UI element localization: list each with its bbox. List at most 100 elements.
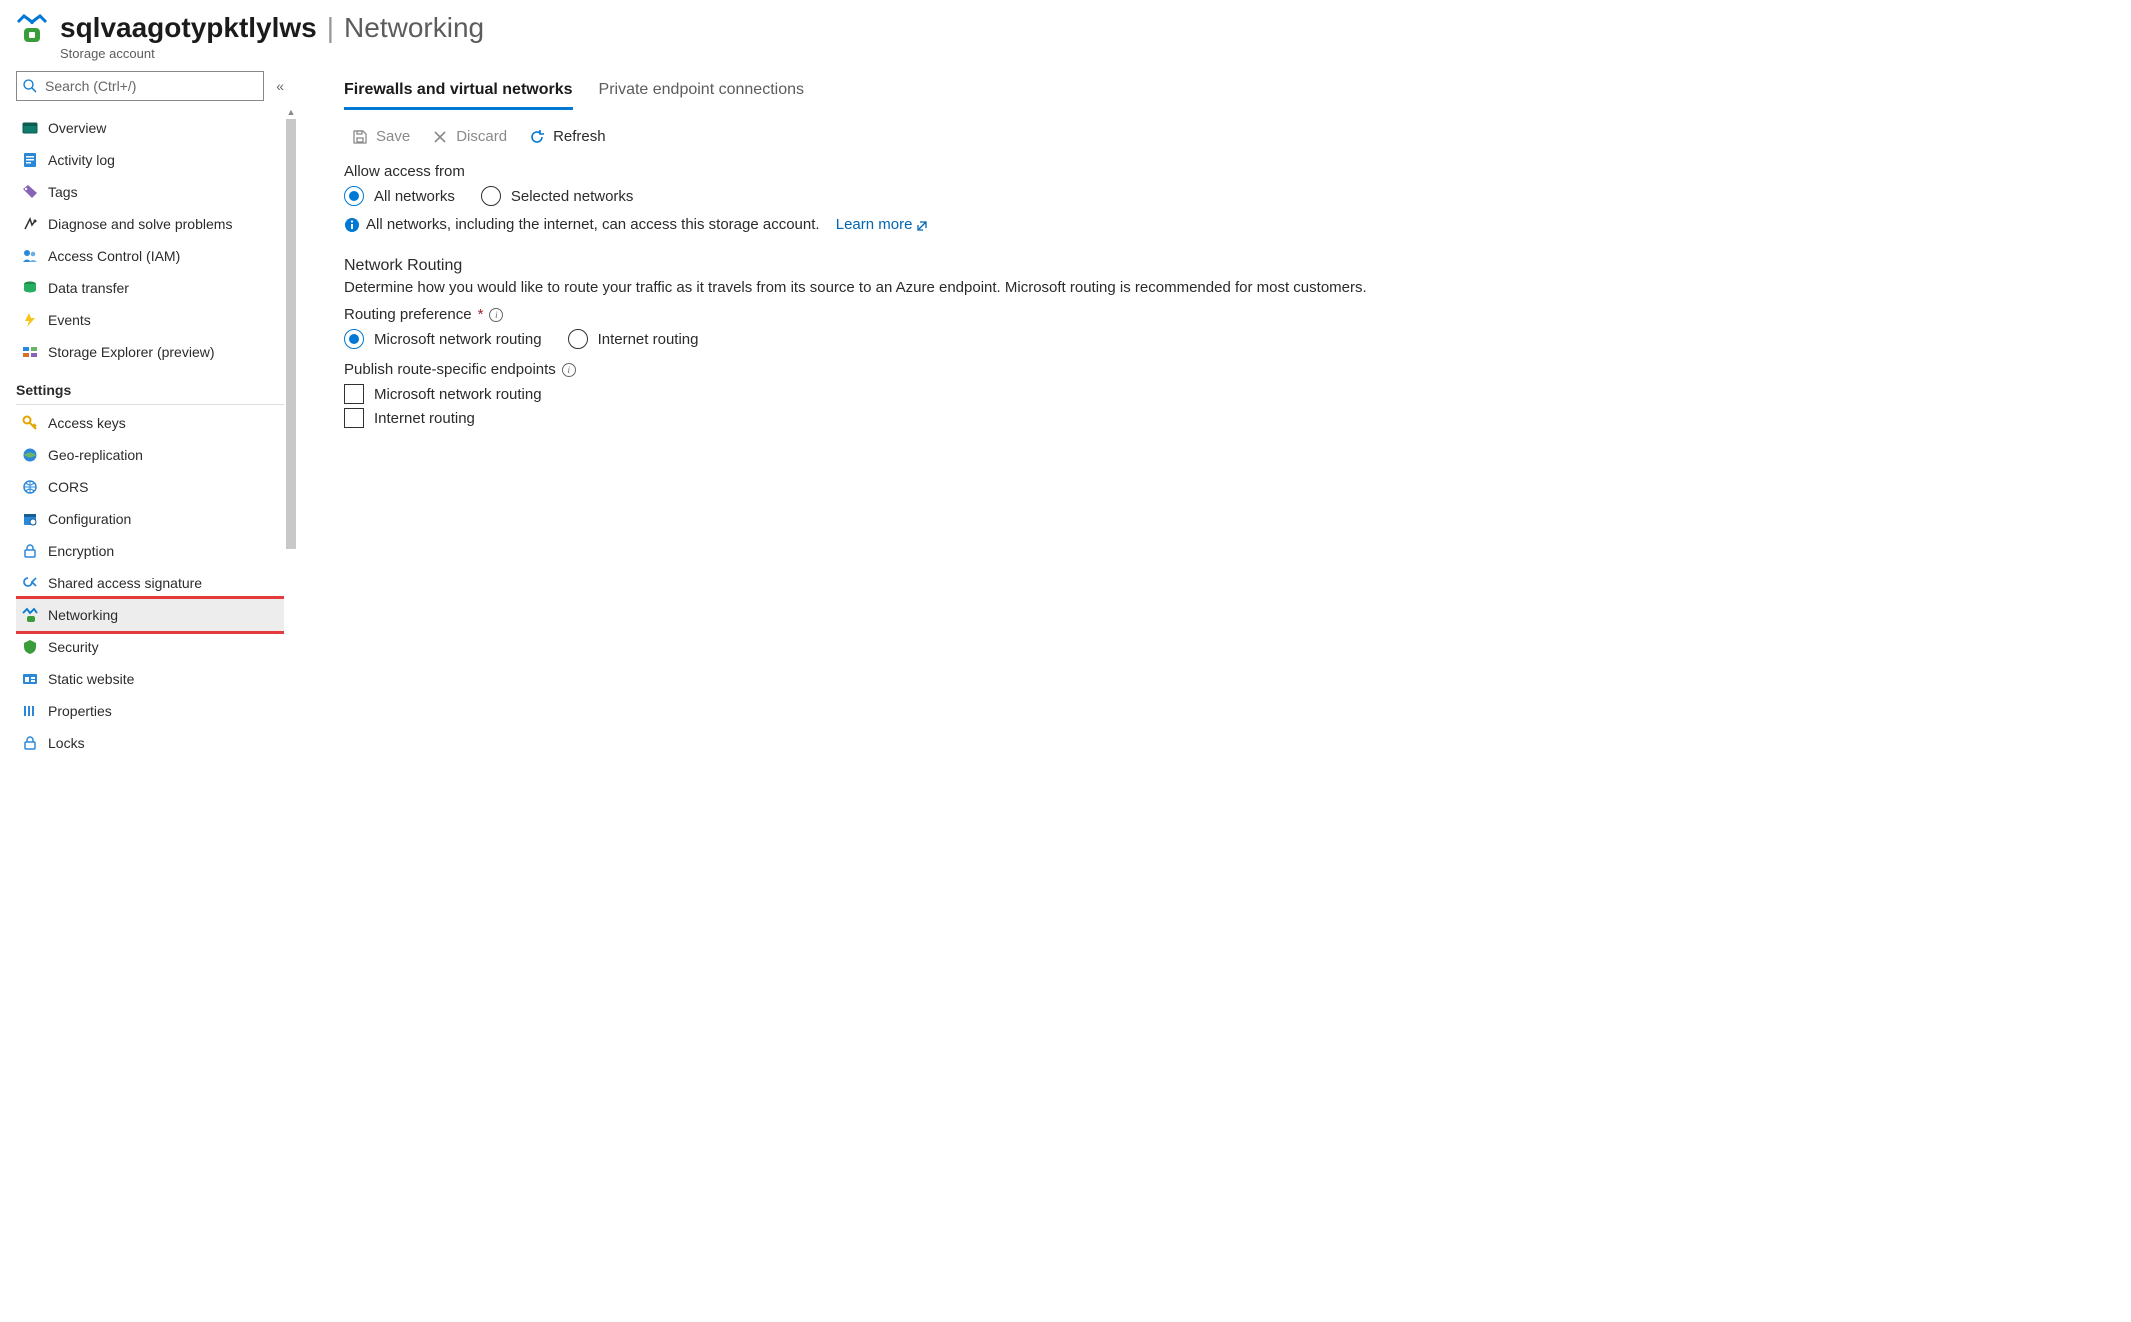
sidebar-item-configuration[interactable]: Configuration: [16, 503, 284, 535]
sidebar-item-label: Geo-replication: [48, 447, 143, 463]
sidebar-item-storage-explorer[interactable]: Storage Explorer (preview): [16, 336, 284, 368]
cors-icon: [22, 479, 38, 495]
storage-explorer-icon: [22, 344, 38, 360]
search-input[interactable]: [16, 71, 264, 101]
radio-label: Internet routing: [598, 331, 699, 348]
sidebar-item-networking[interactable]: Networking: [16, 596, 284, 634]
info-tooltip-icon[interactable]: i: [489, 308, 503, 322]
sidebar-item-diagnose[interactable]: Diagnose and solve problems: [16, 208, 284, 240]
save-icon: [352, 129, 368, 145]
network-routing-heading: Network Routing: [344, 257, 2115, 275]
sas-icon: [22, 575, 38, 591]
info-icon: [344, 217, 360, 233]
sidebar-item-cors[interactable]: CORS: [16, 471, 284, 503]
configuration-icon: [22, 511, 38, 527]
toolbar: Save Discard Refresh: [344, 128, 2115, 145]
routing-pref-label: Routing preference: [344, 306, 472, 323]
title-separator: |: [321, 12, 340, 44]
sidebar-item-label: Access Control (IAM): [48, 248, 180, 264]
sidebar-item-sas[interactable]: Shared access signature: [16, 567, 284, 599]
checkbox-internet-routing[interactable]: Internet routing: [344, 408, 2115, 428]
sidebar-item-properties[interactable]: Properties: [16, 695, 284, 727]
sidebar-item-label: Security: [48, 639, 99, 655]
sidebar-item-security[interactable]: Security: [16, 631, 284, 663]
radio-selected-networks[interactable]: Selected networks: [481, 186, 634, 206]
sidebar-item-label: Configuration: [48, 511, 131, 527]
locks-icon: [22, 735, 38, 751]
collapse-sidebar-button[interactable]: «: [276, 78, 284, 94]
discard-button[interactable]: Discard: [432, 128, 507, 145]
tab-firewalls[interactable]: Firewalls and virtual networks: [344, 75, 573, 110]
sidebar: « ▲ Overview Activity log Tag: [16, 71, 284, 759]
networking-icon: [22, 607, 38, 623]
radio-ms-routing[interactable]: Microsoft network routing: [344, 329, 542, 349]
security-icon: [22, 639, 38, 655]
sidebar-item-activity-log[interactable]: Activity log: [16, 144, 284, 176]
sidebar-item-label: Properties: [48, 703, 112, 719]
radio-label: All networks: [374, 188, 455, 205]
resource-name: sqlvaagotypktlylws: [60, 12, 317, 44]
link-text: Learn more: [836, 216, 913, 233]
discard-icon: [432, 129, 448, 145]
checkbox-label: Internet routing: [374, 410, 475, 427]
checkbox-icon: [344, 408, 364, 428]
sidebar-item-label: Shared access signature: [48, 575, 202, 591]
sidebar-item-encryption[interactable]: Encryption: [16, 535, 284, 567]
save-button[interactable]: Save: [352, 128, 410, 145]
info-text: All networks, including the internet, ca…: [366, 216, 820, 233]
radio-dot-icon: [568, 329, 588, 349]
sidebar-item-iam[interactable]: Access Control (IAM): [16, 240, 284, 272]
activity-log-icon: [22, 152, 38, 168]
refresh-button[interactable]: Refresh: [529, 128, 606, 145]
sidebar-item-geo-replication[interactable]: Geo-replication: [16, 439, 284, 471]
checkbox-ms-routing[interactable]: Microsoft network routing: [344, 384, 2115, 404]
radio-label: Selected networks: [511, 188, 634, 205]
sidebar-item-tags[interactable]: Tags: [16, 176, 284, 208]
required-asterisk: *: [478, 306, 484, 323]
sidebar-item-label: Events: [48, 312, 91, 328]
network-routing-desc: Determine how you would like to route yo…: [344, 279, 2115, 296]
radio-label: Microsoft network routing: [374, 331, 542, 348]
sidebar-item-label: CORS: [48, 479, 88, 495]
sidebar-item-access-keys[interactable]: Access keys: [16, 407, 284, 439]
sidebar-item-data-transfer[interactable]: Data transfer: [16, 272, 284, 304]
refresh-label: Refresh: [553, 128, 606, 145]
tab-private-endpoints[interactable]: Private endpoint connections: [599, 75, 804, 110]
sidebar-item-label: Locks: [48, 735, 85, 751]
data-transfer-icon: [22, 280, 38, 296]
sidebar-item-events[interactable]: Events: [16, 304, 284, 336]
save-label: Save: [376, 128, 410, 145]
refresh-icon: [529, 129, 545, 145]
sidebar-item-overview[interactable]: Overview: [16, 112, 284, 144]
info-tooltip-icon[interactable]: i: [562, 363, 576, 377]
checkbox-label: Microsoft network routing: [374, 386, 542, 403]
storage-account-icon: [16, 12, 48, 44]
diagnose-icon: [22, 216, 38, 232]
checkbox-icon: [344, 384, 364, 404]
iam-icon: [22, 248, 38, 264]
encryption-icon: [22, 543, 38, 559]
tags-icon: [22, 184, 38, 200]
external-link-icon: [916, 219, 928, 231]
radio-all-networks[interactable]: All networks: [344, 186, 455, 206]
access-keys-icon: [22, 415, 38, 431]
radio-dot-icon: [344, 329, 364, 349]
resource-type: Storage account: [60, 46, 484, 61]
search-icon: [22, 78, 38, 94]
radio-internet-routing[interactable]: Internet routing: [568, 329, 699, 349]
access-from-label: Allow access from: [344, 163, 2115, 180]
page-header: sqlvaagotypktlylws | Networking Storage …: [16, 8, 2115, 71]
sidebar-item-label: Overview: [48, 120, 106, 136]
sidebar-item-label: Access keys: [48, 415, 126, 431]
sidebar-section-settings: Settings: [16, 368, 284, 405]
sidebar-item-static-website[interactable]: Static website: [16, 663, 284, 695]
sidebar-item-label: Networking: [48, 607, 118, 623]
tabs: Firewalls and virtual networks Private e…: [344, 71, 2115, 110]
sidebar-item-label: Activity log: [48, 152, 115, 168]
sidebar-item-label: Data transfer: [48, 280, 129, 296]
static-website-icon: [22, 671, 38, 687]
overview-icon: [22, 120, 38, 136]
learn-more-link[interactable]: Learn more: [836, 216, 929, 233]
sidebar-item-locks[interactable]: Locks: [16, 727, 284, 759]
geo-replication-icon: [22, 447, 38, 463]
